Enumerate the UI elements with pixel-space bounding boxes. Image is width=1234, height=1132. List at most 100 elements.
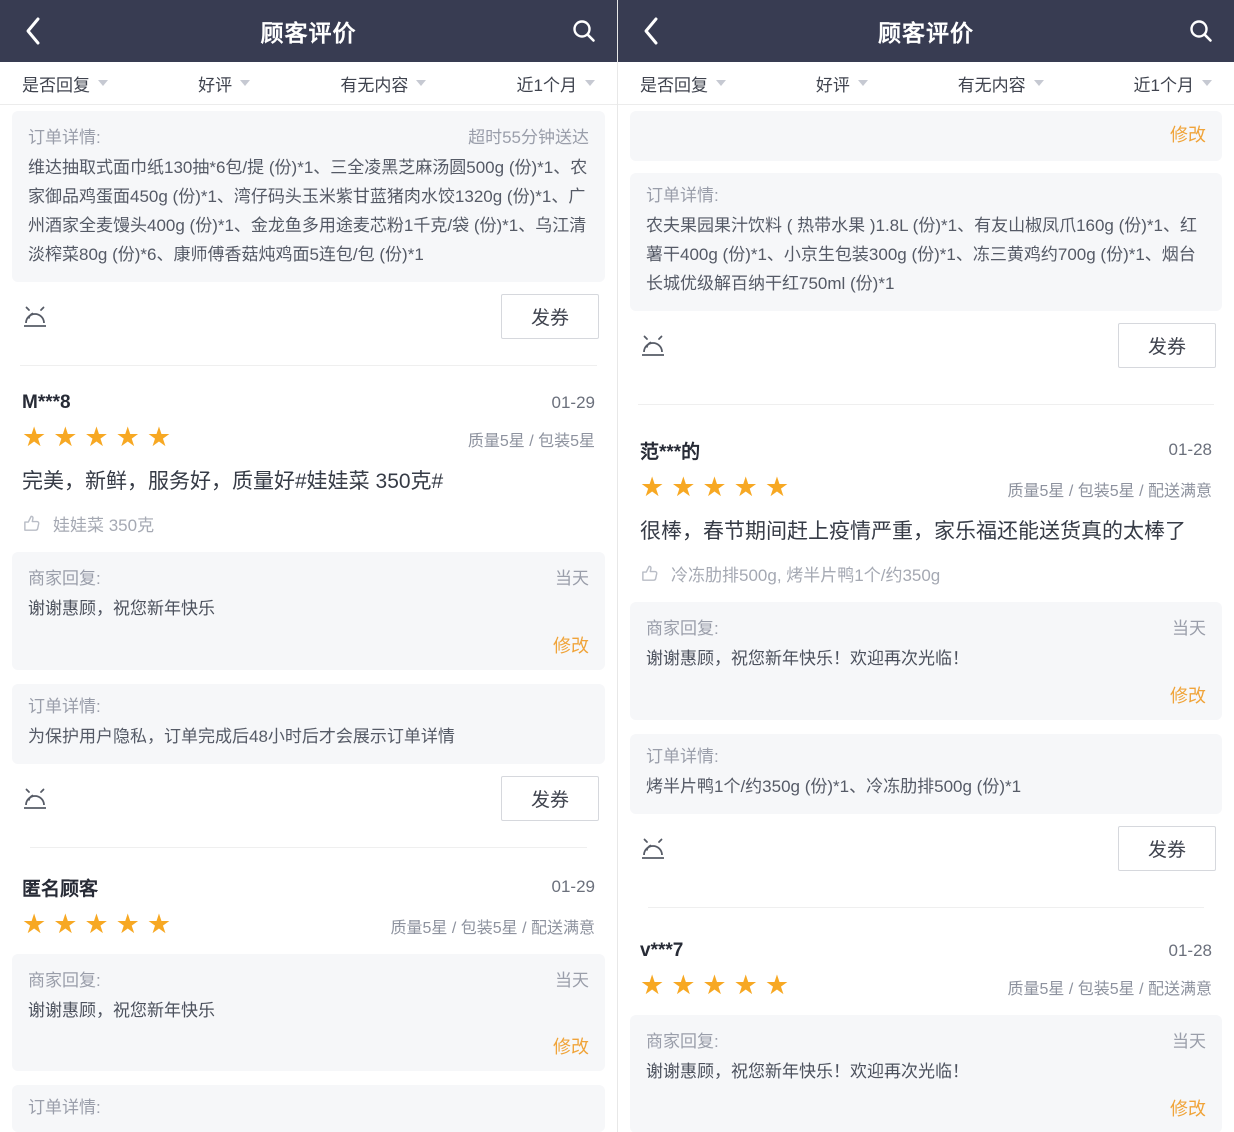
review-content: 很棒，春节期间赶上疫情严重，家乐福还能送货真的太棒了: [640, 517, 1212, 547]
coupon-row: 发券: [12, 764, 605, 837]
review-content: 完美，新鲜，服务好，质量好#娃娃菜 350克#: [22, 467, 595, 497]
filter-label: 好评: [198, 71, 232, 96]
review-item: 范***的 01-28 ★★★★★ 质量5星 / 包装5星 / 配送满意 很棒，…: [630, 405, 1222, 908]
filter-has-content[interactable]: 有无内容: [958, 71, 1044, 96]
chevron-down-icon: [585, 80, 595, 86]
reply-label: 商家回复:: [28, 970, 101, 993]
chevron-down-icon: [1034, 80, 1044, 86]
edit-reply-link[interactable]: 修改: [646, 682, 1206, 708]
merchant-reply-box: 商家回复: 当天 谢谢惠顾，祝您新年快乐！欢迎再次光临！ 修改: [630, 602, 1222, 720]
reviewer-name: v***7: [640, 940, 683, 962]
order-details-label: 订单详情:: [646, 746, 1206, 769]
reply-time: 当天: [555, 564, 589, 589]
send-coupon-button[interactable]: 发券: [501, 294, 599, 339]
chevron-down-icon: [1202, 80, 1212, 86]
edit-reply-link[interactable]: 修改: [28, 1033, 589, 1059]
send-coupon-button[interactable]: 发券: [501, 776, 599, 821]
rating-summary: 质量5星 / 包装5星 / 配送满意: [1008, 975, 1212, 999]
review-item: 匿名顾客 01-29 ★★★★★ 质量5星 / 包装5星 / 配送满意 商家回复…: [12, 848, 605, 1132]
reviewer-name: M***8: [22, 392, 71, 414]
search-button[interactable]: [1188, 16, 1214, 46]
back-button[interactable]: [20, 16, 46, 46]
chevron-down-icon: [240, 80, 250, 86]
filter-reply-status[interactable]: 是否回复: [22, 71, 108, 96]
filter-date-range[interactable]: 近1个月: [517, 71, 595, 96]
filter-rating-type[interactable]: 好评: [816, 71, 868, 96]
filter-reply-status[interactable]: 是否回复: [640, 71, 726, 96]
rating-summary: 质量5星 / 包装5星 / 配送满意: [391, 914, 595, 938]
edit-reply-link[interactable]: 修改: [28, 632, 589, 658]
merchant-reply-box: 商家回复: 当天 谢谢惠顾，祝您新年快乐！欢迎再次光临！ 修改: [630, 1015, 1222, 1132]
reviewer-name: 匿名顾客: [22, 874, 98, 901]
star-rating: ★★★★★: [640, 972, 796, 999]
order-details-box: 订单详情: 超时55分钟送达 维达抽取式面巾纸130抽*6包/提 (份)*1、三…: [12, 111, 605, 282]
merchant-reply-box: 修改: [630, 111, 1222, 161]
search-button[interactable]: [571, 16, 597, 46]
screen-right: 顾客评价 是否回复 好评 有无内容 近1个月 修改: [617, 0, 1234, 1132]
filter-has-content[interactable]: 有无内容: [340, 71, 426, 96]
edit-reply-link[interactable]: 修改: [646, 121, 1206, 147]
product-tag: 娃娃菜 350克: [22, 511, 595, 536]
send-coupon-button[interactable]: 发券: [1118, 323, 1216, 368]
order-details-box: 订单详情: 农夫果园果汁饮料 ( 热带水果 )1.8L (份)*1、有友山椒凤爪…: [630, 173, 1222, 311]
search-icon: [1188, 18, 1214, 44]
order-items-text: 烤半片鸭1个/约350g (份)*1、冷冻肋排500g (份)*1: [646, 773, 1206, 802]
review-item: v***7 01-28 ★★★★★ 质量5星 / 包装5星 / 配送满意 商家回…: [630, 908, 1222, 1132]
review-list: 订单详情: 超时55分钟送达 维达抽取式面巾纸130抽*6包/提 (份)*1、三…: [0, 111, 617, 1132]
filter-label: 近1个月: [517, 71, 577, 96]
rating-summary: 质量5星 / 包装5星 / 配送满意: [1008, 477, 1212, 501]
reply-time: 当天: [1172, 1027, 1206, 1052]
coupon-row: 发券: [630, 814, 1222, 897]
alarm-siren-icon[interactable]: [636, 328, 670, 362]
reply-label: 商家回复:: [28, 568, 101, 591]
order-details-box: 订单详情:: [12, 1085, 605, 1132]
app-header: 顾客评价: [618, 0, 1234, 62]
alarm-siren-icon[interactable]: [18, 781, 52, 815]
star-rating: ★★★★★: [22, 424, 178, 451]
order-details-box: 订单详情: 为保护用户隐私，订单完成后48小时后才会展示订单详情: [12, 684, 605, 764]
page-title: 顾客评价: [878, 14, 974, 48]
order-details-label: 订单详情:: [646, 185, 1206, 208]
filter-label: 近1个月: [1134, 71, 1194, 96]
product-tag: 冷冻肋排500g, 烤半片鸭1个/约350g: [640, 561, 1212, 586]
coupon-row: 发券: [12, 282, 605, 355]
order-items-text: 维达抽取式面巾纸130抽*6包/提 (份)*1、三全凌黑芝麻汤圆500g (份)…: [28, 154, 589, 270]
order-details-label: 订单详情:: [28, 127, 101, 150]
filter-label: 有无内容: [340, 71, 408, 96]
send-coupon-button[interactable]: 发券: [1118, 826, 1216, 871]
order-items-text: 为保护用户隐私，订单完成后48小时后才会展示订单详情: [28, 723, 589, 752]
reply-time: 当天: [555, 966, 589, 991]
edit-reply-link[interactable]: 修改: [646, 1095, 1206, 1121]
chevron-down-icon: [858, 80, 868, 86]
review-date: 01-28: [1169, 440, 1212, 460]
app-header: 顾客评价: [0, 0, 617, 62]
chevron-down-icon: [416, 80, 426, 86]
review-date: 01-29: [552, 877, 595, 897]
screen-left: 顾客评价 是否回复 好评 有无内容 近1个月 订单详: [0, 0, 617, 1132]
merchant-reply-box: 商家回复: 当天 谢谢惠顾，祝您新年快乐 修改: [12, 954, 605, 1072]
back-button[interactable]: [638, 16, 664, 46]
order-details-label: 订单详情:: [28, 696, 589, 719]
review-list: 修改 订单详情: 农夫果园果汁饮料 ( 热带水果 )1.8L (份)*1、有友山…: [618, 111, 1234, 1132]
reply-label: 商家回复:: [646, 618, 719, 641]
reply-text: 谢谢惠顾，祝您新年快乐！欢迎再次光临！: [646, 1058, 1206, 1087]
rating-summary: 质量5星 / 包装5星: [468, 427, 595, 451]
thumb-up-icon: [640, 563, 661, 584]
order-details-label: 订单详情:: [28, 1097, 589, 1120]
filter-rating-type[interactable]: 好评: [198, 71, 250, 96]
alarm-siren-icon[interactable]: [18, 299, 52, 333]
merchant-reply-box: 商家回复: 当天 谢谢惠顾，祝您新年快乐 修改: [12, 552, 605, 670]
chevron-left-icon: [24, 15, 42, 47]
review-item: M***8 01-29 ★★★★★ 质量5星 / 包装5星 完美，新鲜，服务好，…: [12, 366, 605, 848]
filter-label: 是否回复: [640, 71, 708, 96]
reply-text: 谢谢惠顾，祝您新年快乐！欢迎再次光临！: [646, 645, 1206, 674]
thumb-up-icon: [22, 513, 43, 534]
star-rating: ★★★★★: [22, 911, 178, 938]
review-date: 01-28: [1169, 941, 1212, 961]
chevron-down-icon: [716, 80, 726, 86]
order-items-text: 农夫果园果汁饮料 ( 热带水果 )1.8L (份)*1、有友山椒凤爪160g (…: [646, 212, 1206, 299]
filter-date-range[interactable]: 近1个月: [1134, 71, 1212, 96]
star-rating: ★★★★★: [640, 474, 796, 501]
alarm-siren-icon[interactable]: [636, 831, 670, 865]
filter-label: 好评: [816, 71, 850, 96]
